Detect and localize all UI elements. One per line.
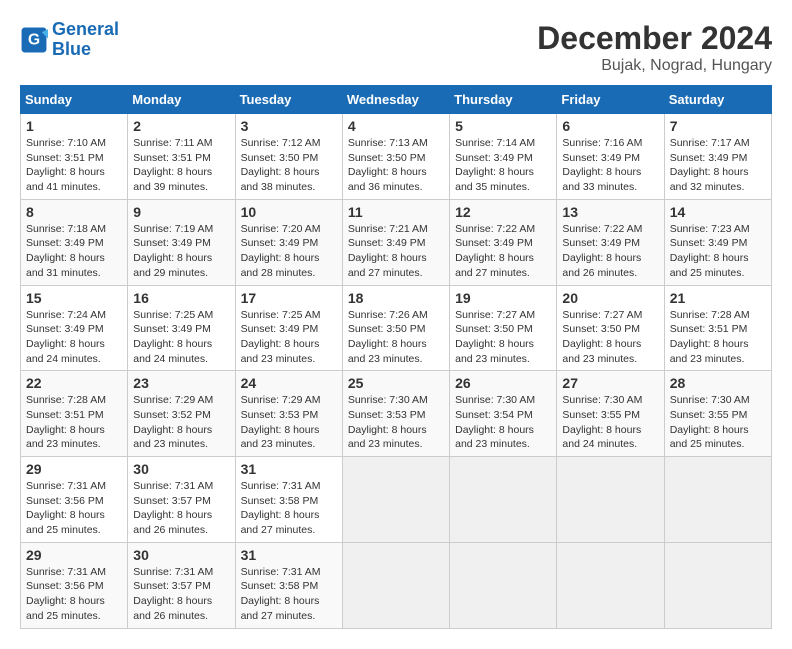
- table-row: 25 Sunrise: 7:30 AM Sunset: 3:53 PM Dayl…: [342, 371, 449, 457]
- table-row: 6 Sunrise: 7:16 AM Sunset: 3:49 PM Dayli…: [557, 114, 664, 200]
- table-row: 29 Sunrise: 7:31 AM Sunset: 3:56 PM Dayl…: [21, 457, 128, 543]
- table-row: 30 Sunrise: 7:31 AM Sunset: 3:57 PM Dayl…: [128, 457, 235, 543]
- table-row: 26 Sunrise: 7:30 AM Sunset: 3:54 PM Dayl…: [450, 371, 557, 457]
- table-row: [664, 457, 771, 543]
- table-row: 16 Sunrise: 7:25 AM Sunset: 3:49 PM Dayl…: [128, 285, 235, 371]
- table-row: 2 Sunrise: 7:11 AM Sunset: 3:51 PM Dayli…: [128, 114, 235, 200]
- table-row: 30 Sunrise: 7:31 AM Sunset: 3:57 PM Dayl…: [128, 542, 235, 628]
- calendar-week-6: 29 Sunrise: 7:31 AM Sunset: 3:56 PM Dayl…: [21, 542, 772, 628]
- table-row: 28 Sunrise: 7:30 AM Sunset: 3:55 PM Dayl…: [664, 371, 771, 457]
- title-block: December 2024 Bujak, Nograd, Hungary: [537, 20, 772, 75]
- table-row: 18 Sunrise: 7:26 AM Sunset: 3:50 PM Dayl…: [342, 285, 449, 371]
- logo-blue: Blue: [52, 39, 91, 59]
- table-row: 19 Sunrise: 7:27 AM Sunset: 3:50 PM Dayl…: [450, 285, 557, 371]
- table-row: 8 Sunrise: 7:18 AM Sunset: 3:49 PM Dayli…: [21, 199, 128, 285]
- table-row: 29 Sunrise: 7:31 AM Sunset: 3:56 PM Dayl…: [21, 542, 128, 628]
- table-row: 17 Sunrise: 7:25 AM Sunset: 3:49 PM Dayl…: [235, 285, 342, 371]
- header-thursday: Thursday: [450, 86, 557, 114]
- header-sunday: Sunday: [21, 86, 128, 114]
- table-row: 4 Sunrise: 7:13 AM Sunset: 3:50 PM Dayli…: [342, 114, 449, 200]
- calendar-week-3: 15 Sunrise: 7:24 AM Sunset: 3:49 PM Dayl…: [21, 285, 772, 371]
- logo-general: General: [52, 19, 119, 39]
- table-row: 22 Sunrise: 7:28 AM Sunset: 3:51 PM Dayl…: [21, 371, 128, 457]
- table-row: [557, 457, 664, 543]
- table-row: [557, 542, 664, 628]
- page-header: G General Blue December 2024 Bujak, Nogr…: [20, 20, 772, 75]
- table-row: [450, 542, 557, 628]
- table-row: 3 Sunrise: 7:12 AM Sunset: 3:50 PM Dayli…: [235, 114, 342, 200]
- table-row: 9 Sunrise: 7:19 AM Sunset: 3:49 PM Dayli…: [128, 199, 235, 285]
- calendar-table: Sunday Monday Tuesday Wednesday Thursday…: [20, 85, 772, 629]
- table-row: [342, 457, 449, 543]
- table-row: 14 Sunrise: 7:23 AM Sunset: 3:49 PM Dayl…: [664, 199, 771, 285]
- table-row: 23 Sunrise: 7:29 AM Sunset: 3:52 PM Dayl…: [128, 371, 235, 457]
- header-friday: Friday: [557, 86, 664, 114]
- table-row: 15 Sunrise: 7:24 AM Sunset: 3:49 PM Dayl…: [21, 285, 128, 371]
- table-row: 7 Sunrise: 7:17 AM Sunset: 3:49 PM Dayli…: [664, 114, 771, 200]
- days-header-row: Sunday Monday Tuesday Wednesday Thursday…: [21, 86, 772, 114]
- table-row: [450, 457, 557, 543]
- table-row: 31 Sunrise: 7:31 AM Sunset: 3:58 PM Dayl…: [235, 542, 342, 628]
- calendar-week-2: 8 Sunrise: 7:18 AM Sunset: 3:49 PM Dayli…: [21, 199, 772, 285]
- logo-icon: G: [20, 26, 48, 54]
- location-subtitle: Bujak, Nograd, Hungary: [537, 57, 772, 75]
- table-row: [664, 542, 771, 628]
- calendar-week-5: 29 Sunrise: 7:31 AM Sunset: 3:56 PM Dayl…: [21, 457, 772, 543]
- table-row: 27 Sunrise: 7:30 AM Sunset: 3:55 PM Dayl…: [557, 371, 664, 457]
- table-row: 13 Sunrise: 7:22 AM Sunset: 3:49 PM Dayl…: [557, 199, 664, 285]
- header-wednesday: Wednesday: [342, 86, 449, 114]
- logo: G General Blue: [20, 20, 119, 60]
- table-row: 20 Sunrise: 7:27 AM Sunset: 3:50 PM Dayl…: [557, 285, 664, 371]
- table-row: 11 Sunrise: 7:21 AM Sunset: 3:49 PM Dayl…: [342, 199, 449, 285]
- table-row: 5 Sunrise: 7:14 AM Sunset: 3:49 PM Dayli…: [450, 114, 557, 200]
- table-row: 1 Sunrise: 7:10 AM Sunset: 3:51 PM Dayli…: [21, 114, 128, 200]
- table-row: 12 Sunrise: 7:22 AM Sunset: 3:49 PM Dayl…: [450, 199, 557, 285]
- header-saturday: Saturday: [664, 86, 771, 114]
- table-row: 21 Sunrise: 7:28 AM Sunset: 3:51 PM Dayl…: [664, 285, 771, 371]
- svg-text:G: G: [28, 31, 40, 48]
- table-row: 24 Sunrise: 7:29 AM Sunset: 3:53 PM Dayl…: [235, 371, 342, 457]
- table-row: 10 Sunrise: 7:20 AM Sunset: 3:49 PM Dayl…: [235, 199, 342, 285]
- header-tuesday: Tuesday: [235, 86, 342, 114]
- calendar-week-1: 1 Sunrise: 7:10 AM Sunset: 3:51 PM Dayli…: [21, 114, 772, 200]
- table-row: [342, 542, 449, 628]
- table-row: 31 Sunrise: 7:31 AM Sunset: 3:58 PM Dayl…: [235, 457, 342, 543]
- calendar-week-4: 22 Sunrise: 7:28 AM Sunset: 3:51 PM Dayl…: [21, 371, 772, 457]
- month-year-title: December 2024: [537, 20, 772, 57]
- header-monday: Monday: [128, 86, 235, 114]
